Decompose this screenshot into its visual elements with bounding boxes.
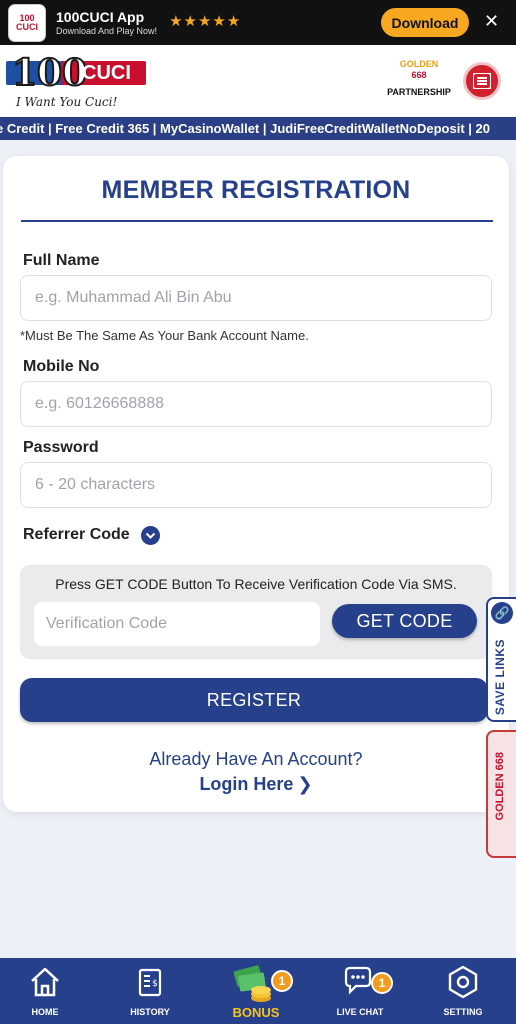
verification-code-field[interactable] [34,602,320,646]
verification-instruction: Press GET CODE Button To Receive Verific… [55,576,457,592]
nav-setting[interactable]: SETTING [418,958,508,1024]
partner-side-tab[interactable]: GOLDEN 668 [486,730,516,858]
live-chat-badge: 1 [371,972,393,994]
page-title: MEMBER REGISTRATION [101,176,411,204]
password-field[interactable] [20,462,492,508]
registration-card: MEMBER REGISTRATION Full Name *Must Be T… [3,156,509,812]
menu-button[interactable] [463,62,501,100]
home-icon [31,967,59,997]
nav-history[interactable]: $ HISTORY [105,958,195,1024]
full-name-note: *Must Be The Same As Your Bank Account N… [20,328,309,343]
marquee-ticker: e Credit | Free Credit 365 | MyCasinoWal… [0,117,516,140]
bottom-navigation: HOME $ HISTORY 1 BONUS 1 LIVE CHAT SETTI… [0,958,516,1024]
get-code-button[interactable]: GET CODE [332,604,477,638]
app-install-banner: 100 CUCI 100CUCI App Download And Play No… [0,0,516,45]
title-divider [21,220,493,222]
bonus-badge: 1 [271,970,293,992]
nav-home[interactable]: HOME [0,958,90,1024]
app-icon-logo: 100 CUCI [16,12,38,32]
setting-icon [448,965,478,999]
nav-live-chat-label: LIVE CHAT [336,1007,384,1017]
mobile-input[interactable] [35,382,491,426]
password-label: Password [23,439,99,456]
referrer-code-label[interactable]: Referrer Code [23,526,130,544]
partner-logo-text: GOLDEN 668 [384,59,454,81]
full-name-label: Full Name [23,252,100,269]
have-account-text: Already Have An Account? [149,749,363,769]
register-button[interactable]: REGISTER [20,678,488,722]
app-subtitle: Download And Play Now! [56,25,158,36]
login-link[interactable]: Login Here ❯ [3,774,509,795]
ticker-text: e Credit | Free Credit 365 | MyCasinoWal… [0,121,490,136]
site-header: 100 CUCI I Want You Cuci! GOLDEN 668 PAR… [0,45,516,117]
nav-history-label: HISTORY [130,1007,170,1017]
partnership-logo[interactable]: GOLDEN 668 PARTNERSHIP [384,59,454,101]
logo-tagline: I Want You Cuci! [16,95,118,109]
logo-number: 100 [11,52,88,94]
nav-home-label: HOME [31,1007,59,1017]
nav-bonus-label: BONUS [232,1005,280,1020]
history-icon: $ [138,968,162,997]
login-link-label[interactable]: Login Here [199,774,293,794]
mobile-label: Mobile No [23,358,100,375]
save-links-label: SAVE LINKS [493,639,507,716]
nav-setting-label: SETTING [443,1007,483,1017]
save-links-tab[interactable]: 🔗 SAVE LINKS [486,597,516,722]
menu-list-icon [473,73,491,89]
nav-bonus[interactable]: 1 BONUS [211,958,301,1024]
verification-code-input[interactable] [46,615,320,633]
partner-logo-number: 668 [411,70,427,80]
partner-side-label: GOLDEN 668 [494,752,506,821]
partner-logo-word: GOLDEN [399,59,439,69]
verification-box: Press GET CODE Button To Receive Verific… [20,565,492,659]
full-name-field[interactable] [20,275,492,321]
chevron-right-icon: ❯ [297,774,313,794]
logo-word: CUCI [82,62,131,84]
app-banner-text: 100CUCI App Download And Play Now! [56,9,157,37]
partnership-label: PARTNERSHIP [387,87,451,97]
app-title: 100CUCI App [56,8,145,25]
chevron-down-glyph [145,532,156,539]
rating-stars: ★★★★★ [169,12,242,30]
svg-text:$: $ [152,979,158,989]
mobile-field[interactable] [20,381,492,427]
app-icon: 100 CUCI [8,3,46,42]
site-logo[interactable]: 100 CUCI I Want You Cuci! [6,52,151,117]
paperclip-icon: 🔗 [491,602,513,624]
close-banner-icon[interactable]: ✕ [484,11,499,32]
download-button[interactable]: Download [381,8,469,37]
chevron-down-icon[interactable] [141,526,160,545]
full-name-input[interactable] [35,276,491,320]
nav-live-chat[interactable]: 1 LIVE CHAT [315,958,405,1024]
password-input[interactable] [35,463,491,507]
